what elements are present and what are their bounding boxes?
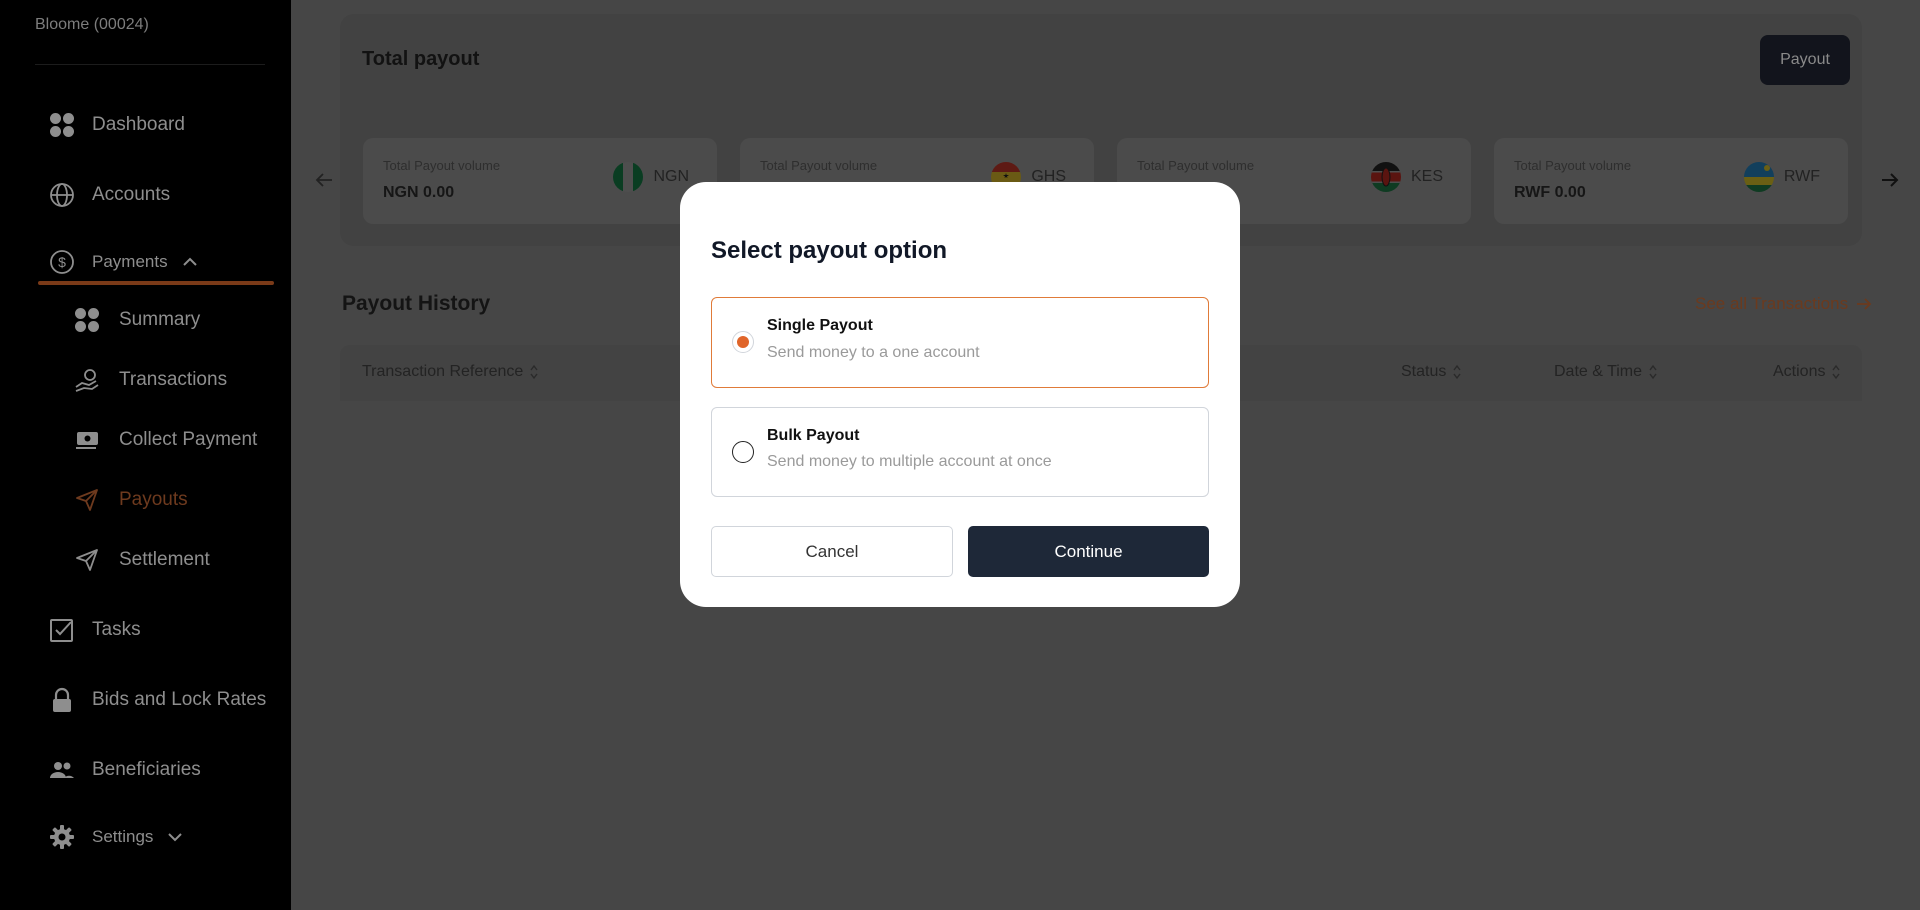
radio-unselected[interactable]: [732, 441, 754, 463]
option-description: Send money to multiple account at once: [767, 453, 1052, 470]
option-description: Send money to a one account: [767, 344, 980, 361]
cancel-button[interactable]: Cancel: [711, 526, 953, 577]
option-title: Single Payout: [767, 317, 873, 334]
select-payout-modal: Select payout option Single Payout Send …: [680, 182, 1240, 607]
option-single-payout[interactable]: Single Payout Send money to a one accoun…: [711, 297, 1209, 388]
option-bulk-payout[interactable]: Bulk Payout Send money to multiple accou…: [711, 407, 1209, 497]
modal-overlay[interactable]: Select payout option Single Payout Send …: [0, 0, 1920, 910]
continue-button[interactable]: Continue: [968, 526, 1209, 577]
radio-selected[interactable]: [732, 331, 754, 353]
option-title: Bulk Payout: [767, 427, 860, 444]
modal-title: Select payout option: [711, 237, 948, 264]
radio-dot: [737, 336, 749, 348]
